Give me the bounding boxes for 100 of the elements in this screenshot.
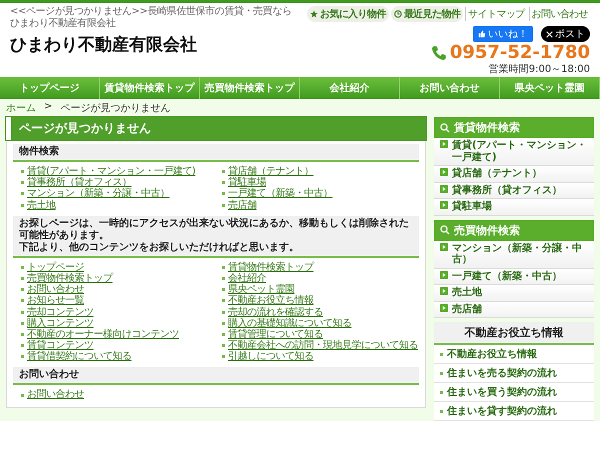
sidebar-link[interactable]: 住まいを買う契約の流れ <box>434 383 594 402</box>
content-link[interactable]: 一戸建て（新築・中古） <box>228 188 332 200</box>
sidebar-item[interactable]: 貸事務所（貸オフィス） <box>434 182 594 199</box>
bullet-icon <box>21 181 24 184</box>
bullet-icon <box>222 332 225 336</box>
bullet-icon <box>21 204 24 207</box>
arrow-square-icon <box>440 184 448 192</box>
bullet-icon <box>21 192 24 196</box>
content-link[interactable]: 賃貸コンテンツ <box>27 340 94 352</box>
phone-icon <box>430 45 447 61</box>
bullet-icon <box>21 322 24 325</box>
bullet-icon <box>222 192 225 196</box>
content-link[interactable]: 貸店舗（テナント） <box>228 166 314 178</box>
bullet-icon <box>440 390 443 394</box>
bullet-icon <box>21 355 24 358</box>
content-link[interactable]: 引越しについて知る <box>228 351 314 362</box>
share-button[interactable]: いいね！ <box>473 26 533 42</box>
content-link[interactable]: 不動産のオーナー様向けコンテンツ <box>27 328 179 340</box>
bullet-icon <box>222 322 225 325</box>
bullet-icon <box>222 310 225 314</box>
bullet-icon <box>21 266 24 269</box>
content-link[interactable]: 売買物件検索トップ <box>27 272 112 284</box>
thumbs-up-icon <box>478 30 486 38</box>
bullet-icon <box>222 299 225 302</box>
section-text: お問い合わせ <box>19 369 80 382</box>
bullet-icon <box>21 299 24 302</box>
sidebar-link[interactable]: 不動産お役立ち情報 <box>434 345 594 364</box>
breadcrumb-separator: > <box>44 101 52 114</box>
content-link[interactable]: お問い合わせ <box>27 389 84 401</box>
bullet-icon <box>440 372 443 374</box>
sidebar-heading: 売買物件検索 <box>434 220 594 240</box>
bullet-icon <box>21 288 24 292</box>
section-text: お探しページは、一時的にアクセスが出来ない状況にあるか、移動もしくは削除された可能性があります。 <box>19 218 410 242</box>
content-link[interactable]: 売却の流れを確認する <box>228 306 323 318</box>
bullet-icon <box>222 204 225 207</box>
arrow-square-icon <box>440 140 448 148</box>
content-link[interactable]: 売土地 <box>27 200 56 211</box>
bullet-icon <box>222 266 225 269</box>
content-link[interactable]: 売却コンテンツ <box>27 306 94 318</box>
sidebar-item[interactable]: 賃貸(アパート・マンション・一戸建て) <box>434 138 594 166</box>
bullet-icon <box>222 277 225 280</box>
header-link[interactable]: お問い合わせ <box>528 7 590 21</box>
sidebar-item[interactable]: 貸駐車場 <box>434 199 594 216</box>
content-link[interactable]: お知らせ一覧 <box>27 295 84 306</box>
bullet-icon <box>21 332 24 336</box>
arrow-square-icon <box>440 270 448 278</box>
sidebar-item[interactable]: 売店舗 <box>434 302 594 318</box>
content-link[interactable]: 購入コンテンツ <box>27 318 94 329</box>
bullet-icon <box>21 344 24 348</box>
arrow-square-icon <box>440 304 448 312</box>
breadcrumb-current: ページが見つかりません <box>60 102 170 115</box>
site-description: <<ページが見つかりません>>長崎県佐世保市の賃貸・売買ならひまわり不動産有限会社 <box>10 6 293 29</box>
sidebar-item[interactable]: 貸店舗（テナント） <box>434 166 594 182</box>
content-link[interactable]: 会社紹介 <box>228 272 266 284</box>
sidebar-item[interactable]: 売土地 <box>434 285 594 302</box>
search-icon <box>440 122 450 132</box>
business-hours: 営業時間9:00～18:00 <box>488 64 590 75</box>
bullet-icon <box>440 352 443 356</box>
header-link[interactable]: サイトマップ <box>465 7 527 21</box>
bullet-icon <box>222 170 225 174</box>
page-title: ページが見つかりません <box>6 117 426 140</box>
bullet-icon <box>222 181 225 184</box>
content-link[interactable]: お問い合わせ <box>27 284 84 296</box>
content-link[interactable]: 賃貸物件検索トップ <box>228 262 314 273</box>
bullet-icon <box>21 277 24 280</box>
content-link[interactable]: 県央ペット霊園 <box>228 284 294 296</box>
content-link[interactable]: 賃貸(アパート・マンション・一戸建て) <box>27 166 196 178</box>
bullet-icon <box>21 170 24 174</box>
content-link[interactable]: 貸事務所（貸オフィス） <box>27 177 132 188</box>
content-link[interactable]: 賃貸借契約について知る <box>27 351 132 362</box>
content-link[interactable]: 賃貸管理について知る <box>228 328 323 340</box>
share-button[interactable]: ポスト <box>541 26 590 42</box>
bullet-icon <box>440 410 443 412</box>
bullet-icon <box>222 288 225 292</box>
bullet-icon <box>222 344 225 348</box>
content-link[interactable]: トップページ <box>27 262 84 273</box>
bullet-icon <box>21 310 24 314</box>
arrow-square-icon <box>440 242 448 250</box>
site-logo[interactable]: ひまわり不動産有限会社 <box>10 33 300 56</box>
search-icon <box>440 225 450 235</box>
content-link[interactable]: 不動産会社への訪問・現地見学について知る <box>228 340 418 352</box>
sidebar-link[interactable]: 住まいを売る契約の流れ <box>434 364 594 383</box>
content-link[interactable]: マンション（新築・分譲・中古） <box>27 188 170 200</box>
sidebar-heading: 不動産お役立ち情報 <box>434 322 594 345</box>
x-logo-icon <box>546 30 553 38</box>
sidebar-item[interactable]: 一戸建て（新築・中古） <box>434 268 594 285</box>
breadcrumb-link[interactable]: ホーム <box>6 101 36 115</box>
sidebar-heading: 賃貸物件検索 <box>434 117 594 138</box>
sidebar-item[interactable]: マンション（新築・分譲・中古） <box>434 240 594 268</box>
arrow-square-icon <box>440 287 448 295</box>
arrow-square-icon <box>440 168 448 176</box>
sidebar-link[interactable]: 住まいを貸す契約の流れ <box>434 402 594 421</box>
content-link[interactable]: 購入の基礎知識について知る <box>228 318 352 329</box>
content-link[interactable]: 不動産お役立ち情報 <box>228 295 314 306</box>
section-text: 物件検索 <box>19 146 60 158</box>
clock-icon <box>394 10 402 18</box>
content-link[interactable]: 売店舗 <box>228 200 256 211</box>
header-pill-link[interactable]: 最近見た物件 <box>390 6 464 22</box>
content-link[interactable]: 貸駐車場 <box>228 177 266 188</box>
header-pill-link[interactable]: お気に入り物件 <box>306 6 389 22</box>
